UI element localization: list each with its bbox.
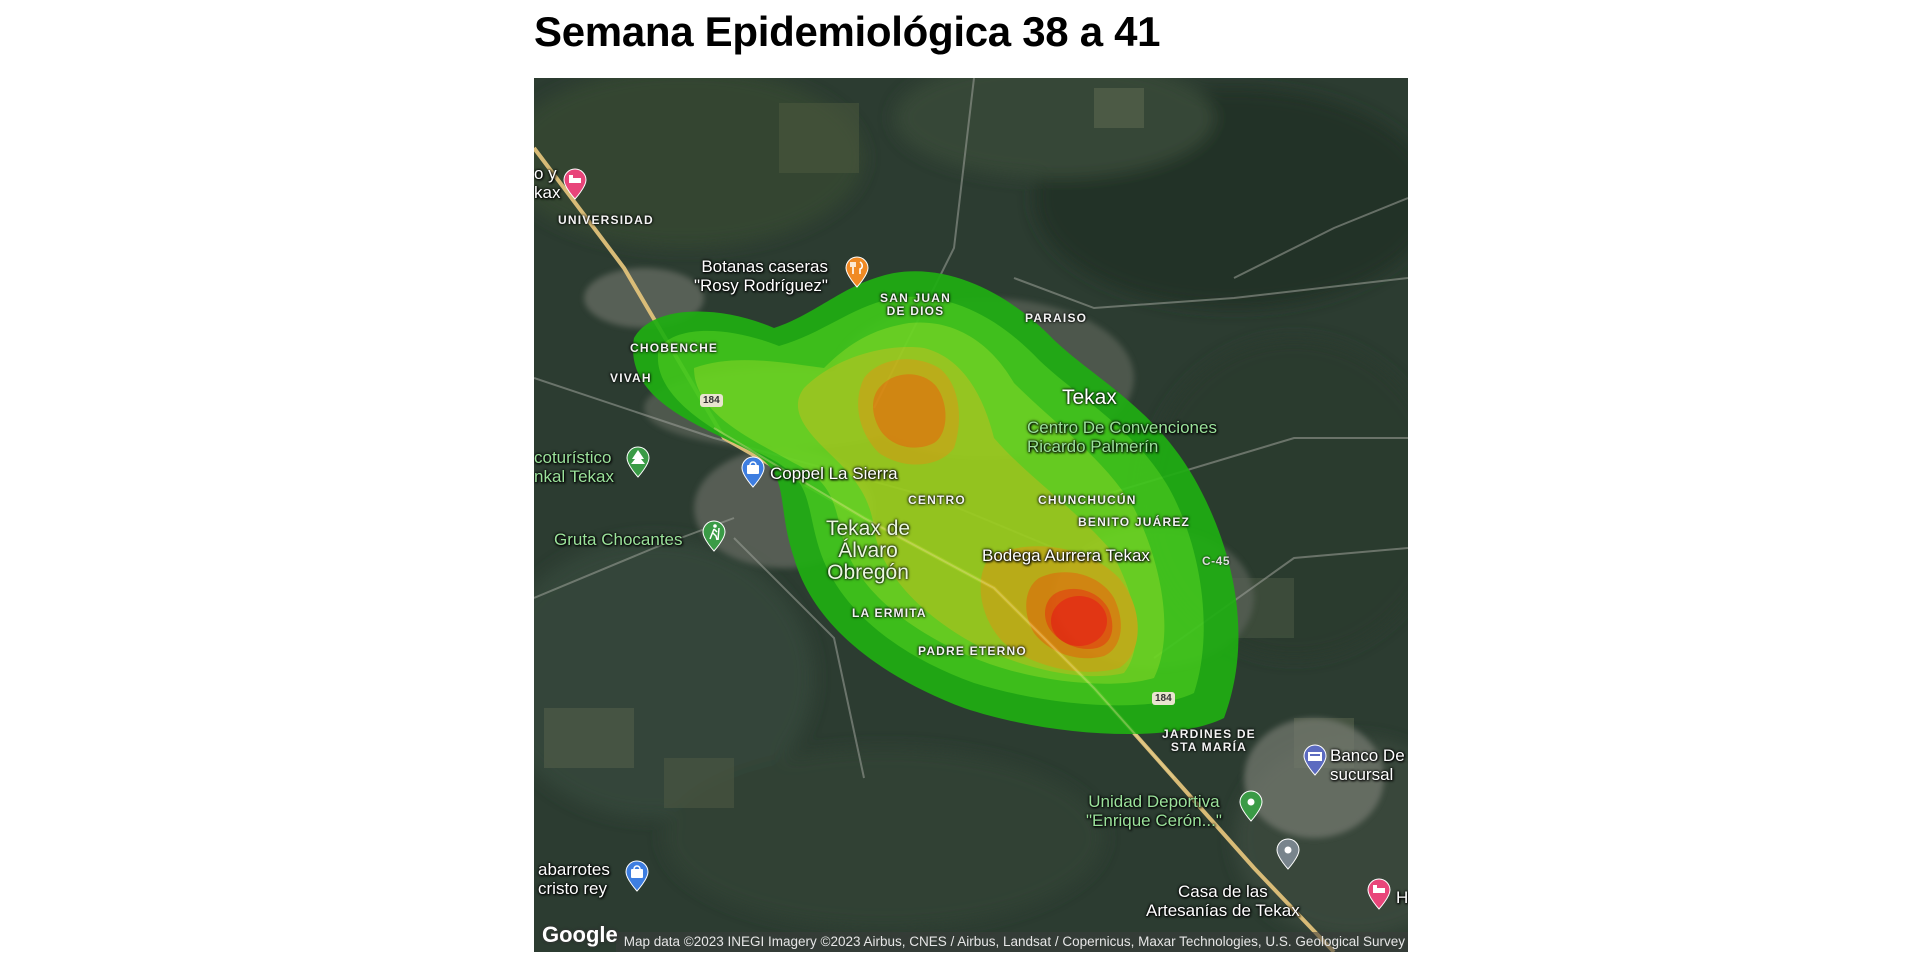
- neighborhood-label-benito-juarez: BENITO JUÁREZ: [1078, 515, 1191, 529]
- poi-hotel-right[interactable]: H: [1396, 888, 1408, 907]
- poi-botanas-caseras[interactable]: Botanas caseras "Rosy Rodríguez": [694, 257, 828, 295]
- city-label-tekax: Tekax: [1062, 386, 1117, 409]
- road-label-c45: C-45: [1202, 554, 1231, 568]
- poi-centro-convenciones[interactable]: Centro De Convenciones Ricardo Palmerín: [1027, 418, 1217, 456]
- poi-abarrotes[interactable]: abarrotes cristo rey: [538, 860, 610, 898]
- shopping-bag-icon[interactable]: [740, 456, 766, 488]
- map-view[interactable]: UNIVERSIDAD SAN JUAN DE DIOS PARAISO CHO…: [534, 78, 1408, 952]
- neighborhood-label-la-ermita: LA ERMITA: [852, 606, 927, 620]
- hotel-bed-icon[interactable]: [562, 168, 588, 200]
- neighborhood-label-san-juan: SAN JUAN DE DIOS: [880, 291, 951, 318]
- neighborhood-label-chunchucun: CHUNCHUCÚN: [1038, 493, 1137, 507]
- restaurant-fork-knife-icon[interactable]: [844, 256, 870, 288]
- bank-icon[interactable]: [1302, 744, 1328, 776]
- neighborhood-label-padre-eterno: PADRE ETERNO: [918, 644, 1027, 658]
- poi-gruta-chocantes[interactable]: Gruta Chocantes: [554, 530, 683, 549]
- google-logo[interactable]: Google: [542, 922, 618, 948]
- highway-shield-184-south: 184: [1152, 692, 1175, 705]
- hotel-bed-icon[interactable]: [1366, 878, 1392, 910]
- poi-ecoturistico[interactable]: coturístico nkal Tekax: [534, 448, 614, 486]
- poi-casa-artesanias[interactable]: Casa de las Artesanías de Tekax: [1146, 882, 1300, 920]
- neighborhood-label-centro: CENTRO: [908, 493, 966, 507]
- poi-hotel-left[interactable]: o y kax: [534, 164, 560, 202]
- poi-unidad-deportiva[interactable]: Unidad Deportiva "Enrique Cerón...": [1086, 792, 1222, 830]
- poi-banco[interactable]: Banco De sucursal: [1330, 746, 1405, 784]
- page-title: Semana Epidemiológica 38 a 41: [534, 8, 1161, 55]
- neighborhood-label-universidad: UNIVERSIDAD: [558, 213, 654, 227]
- neighborhood-label-vivah: VIVAH: [610, 371, 652, 385]
- shopping-bag-icon[interactable]: [624, 860, 650, 892]
- poi-bodega-aurrera[interactable]: Bodega Aurrera Tekax: [982, 546, 1150, 565]
- neighborhood-label-paraiso: PARAISO: [1025, 311, 1088, 325]
- poi-coppel[interactable]: Coppel La Sierra: [770, 464, 898, 483]
- neighborhood-label-jardines: JARDINES DE STA MARÍA: [1162, 727, 1256, 754]
- tree-park-icon[interactable]: [625, 446, 651, 478]
- town-label-tekax-alvaro-obregon: Tekax de Álvaro Obregón: [826, 517, 911, 584]
- landmark-pin-icon[interactable]: [1275, 838, 1301, 870]
- neighborhood-label-chobenche: CHOBENCHE: [630, 341, 719, 355]
- hiking-icon[interactable]: [701, 520, 727, 552]
- sports-venue-icon[interactable]: [1238, 790, 1264, 822]
- satellite-basemap: [534, 78, 1408, 952]
- map-attribution[interactable]: Map data ©2023 INEGI Imagery ©2023 Airbu…: [615, 932, 1408, 952]
- highway-shield-184: 184: [700, 394, 723, 407]
